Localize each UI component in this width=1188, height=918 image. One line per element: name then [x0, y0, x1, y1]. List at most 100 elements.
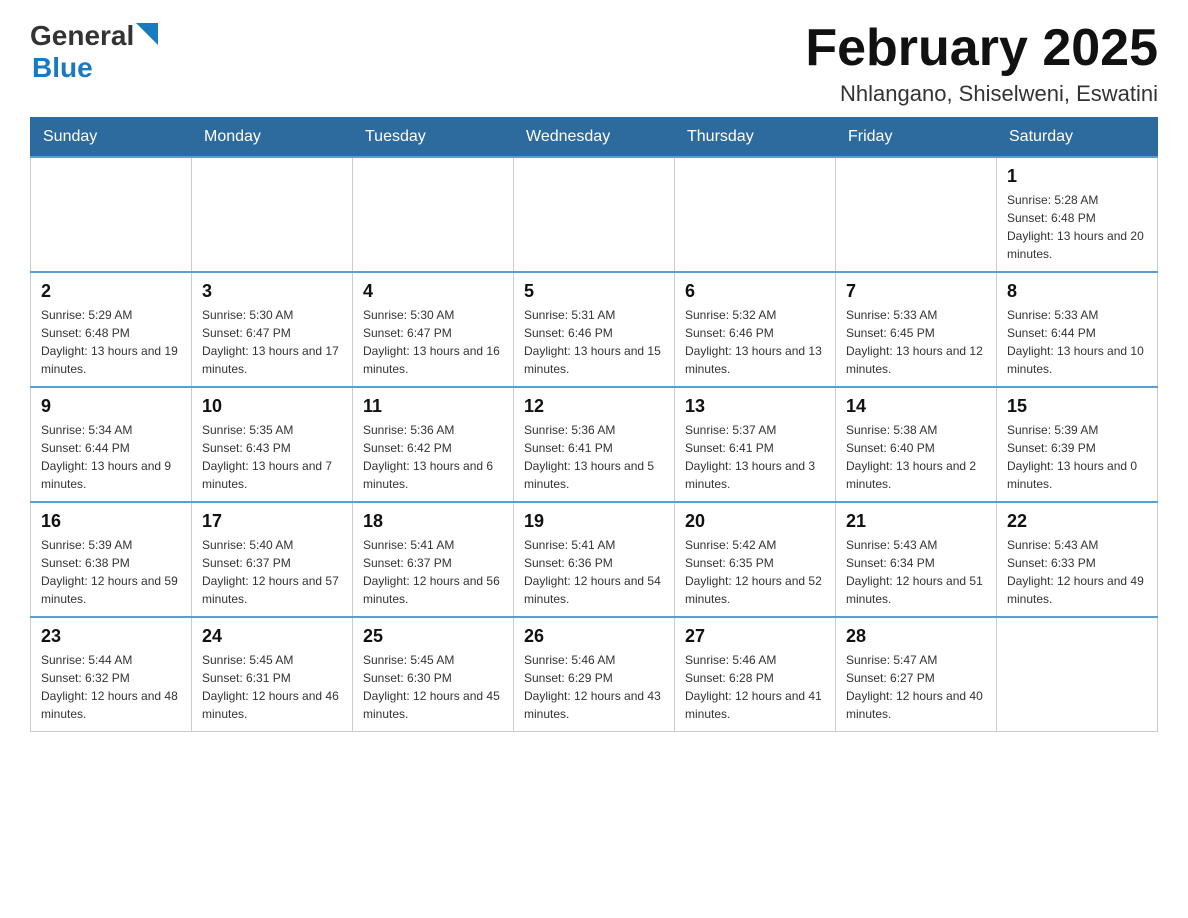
day-number: 14: [846, 396, 986, 417]
day-number: 17: [202, 511, 342, 532]
day-number: 18: [363, 511, 503, 532]
calendar-cell: 15 Sunrise: 5:39 AMSunset: 6:39 PMDayligh…: [997, 387, 1158, 502]
day-number: 10: [202, 396, 342, 417]
day-number: 13: [685, 396, 825, 417]
day-info: Sunrise: 5:46 AMSunset: 6:28 PMDaylight:…: [685, 651, 825, 723]
calendar-week-row: 16 Sunrise: 5:39 AMSunset: 6:38 PMDayligh…: [31, 502, 1158, 617]
day-info: Sunrise: 5:42 AMSunset: 6:35 PMDaylight:…: [685, 536, 825, 608]
title-section: February 2025 Nhlangano, Shiselweni, Esw…: [805, 20, 1158, 107]
day-number: 12: [524, 396, 664, 417]
calendar-table: SundayMondayTuesdayWednesdayThursdayFrid…: [30, 117, 1158, 732]
day-number: 4: [363, 281, 503, 302]
day-info: Sunrise: 5:30 AMSunset: 6:47 PMDaylight:…: [363, 306, 503, 378]
day-number: 1: [1007, 166, 1147, 187]
calendar-cell: 19Sunrise: 5:41 AMSunset: 6:36 PMDayligh…: [514, 502, 675, 617]
day-info: Sunrise: 5:41 AMSunset: 6:37 PMDaylight:…: [363, 536, 503, 608]
day-info: Sunrise: 5:41 AMSunset: 6:36 PMDaylight:…: [524, 536, 664, 608]
day-info: Sunrise: 5:30 AMSunset: 6:47 PMDaylight:…: [202, 306, 342, 378]
calendar-cell: 9 Sunrise: 5:34 AMSunset: 6:44 PMDaylight…: [31, 387, 192, 502]
calendar-cell: 21 Sunrise: 5:43 AMSunset: 6:34 PMDayligh…: [836, 502, 997, 617]
calendar-cell: 17 Sunrise: 5:40 AMSunset: 6:37 PMDayligh…: [192, 502, 353, 617]
day-info: Sunrise: 5:47 AMSunset: 6:27 PMDaylight:…: [846, 651, 986, 723]
calendar-cell: 6Sunrise: 5:32 AMSunset: 6:46 PMDaylight…: [675, 272, 836, 387]
day-info: Sunrise: 5:32 AMSunset: 6:46 PMDaylight:…: [685, 306, 825, 378]
day-info: Sunrise: 5:36 AMSunset: 6:41 PMDaylight:…: [524, 421, 664, 493]
logo-blue: Blue: [32, 52, 93, 83]
day-info: Sunrise: 5:44 AMSunset: 6:32 PMDaylight:…: [41, 651, 181, 723]
page-header: General Blue February 2025 Nhlangano, Sh…: [30, 20, 1158, 107]
calendar-cell: 26 Sunrise: 5:46 AMSunset: 6:29 PMDayligh…: [514, 617, 675, 732]
day-info: Sunrise: 5:33 AMSunset: 6:44 PMDaylight:…: [1007, 306, 1147, 378]
calendar-cell: [997, 617, 1158, 732]
calendar-week-row: 2 Sunrise: 5:29 AMSunset: 6:48 PMDaylight…: [31, 272, 1158, 387]
calendar-cell: 10 Sunrise: 5:35 AMSunset: 6:43 PMDayligh…: [192, 387, 353, 502]
calendar-cell: 23 Sunrise: 5:44 AMSunset: 6:32 PMDayligh…: [31, 617, 192, 732]
day-info: Sunrise: 5:46 AMSunset: 6:29 PMDaylight:…: [524, 651, 664, 723]
calendar-header-row: SundayMondayTuesdayWednesdayThursdayFrid…: [31, 118, 1158, 158]
day-number: 8: [1007, 281, 1147, 302]
calendar-cell: 7 Sunrise: 5:33 AMSunset: 6:45 PMDaylight…: [836, 272, 997, 387]
calendar-cell: 13 Sunrise: 5:37 AMSunset: 6:41 PMDayligh…: [675, 387, 836, 502]
day-info: Sunrise: 5:45 AMSunset: 6:31 PMDaylight:…: [202, 651, 342, 723]
day-number: 22: [1007, 511, 1147, 532]
calendar-cell: 28 Sunrise: 5:47 AMSunset: 6:27 PMDayligh…: [836, 617, 997, 732]
day-info: Sunrise: 5:35 AMSunset: 6:43 PMDaylight:…: [202, 421, 342, 493]
column-header-sunday: Sunday: [31, 118, 192, 158]
column-header-monday: Monday: [192, 118, 353, 158]
calendar-cell: 8 Sunrise: 5:33 AMSunset: 6:44 PMDaylight…: [997, 272, 1158, 387]
day-info: Sunrise: 5:39 AMSunset: 6:39 PMDaylight:…: [1007, 421, 1147, 493]
calendar-cell: 25 Sunrise: 5:45 AMSunset: 6:30 PMDayligh…: [353, 617, 514, 732]
day-number: 21: [846, 511, 986, 532]
calendar-cell: 20Sunrise: 5:42 AMSunset: 6:35 PMDayligh…: [675, 502, 836, 617]
calendar-cell: [836, 157, 997, 272]
day-info: Sunrise: 5:39 AMSunset: 6:38 PMDaylight:…: [41, 536, 181, 608]
calendar-cell: [192, 157, 353, 272]
calendar-title: February 2025: [805, 20, 1158, 77]
calendar-week-row: 9 Sunrise: 5:34 AMSunset: 6:44 PMDaylight…: [31, 387, 1158, 502]
day-number: 11: [363, 396, 503, 417]
day-number: 24: [202, 626, 342, 647]
logo-triangle-icon: [136, 23, 158, 45]
day-number: 27: [685, 626, 825, 647]
day-info: Sunrise: 5:29 AMSunset: 6:48 PMDaylight:…: [41, 306, 181, 378]
calendar-cell: 22Sunrise: 5:43 AMSunset: 6:33 PMDayligh…: [997, 502, 1158, 617]
day-info: Sunrise: 5:36 AMSunset: 6:42 PMDaylight:…: [363, 421, 503, 493]
day-info: Sunrise: 5:40 AMSunset: 6:37 PMDaylight:…: [202, 536, 342, 608]
day-number: 23: [41, 626, 181, 647]
day-number: 26: [524, 626, 664, 647]
day-number: 9: [41, 396, 181, 417]
day-number: 15: [1007, 396, 1147, 417]
calendar-cell: 14 Sunrise: 5:38 AMSunset: 6:40 PMDayligh…: [836, 387, 997, 502]
day-number: 7: [846, 281, 986, 302]
day-info: Sunrise: 5:43 AMSunset: 6:34 PMDaylight:…: [846, 536, 986, 608]
day-info: Sunrise: 5:33 AMSunset: 6:45 PMDaylight:…: [846, 306, 986, 378]
calendar-cell: 4 Sunrise: 5:30 AMSunset: 6:47 PMDaylight…: [353, 272, 514, 387]
calendar-cell: 3Sunrise: 5:30 AMSunset: 6:47 PMDaylight…: [192, 272, 353, 387]
calendar-week-row: 23 Sunrise: 5:44 AMSunset: 6:32 PMDayligh…: [31, 617, 1158, 732]
calendar-cell: 5 Sunrise: 5:31 AMSunset: 6:46 PMDaylight…: [514, 272, 675, 387]
day-info: Sunrise: 5:31 AMSunset: 6:46 PMDaylight:…: [524, 306, 664, 378]
calendar-cell: 11 Sunrise: 5:36 AMSunset: 6:42 PMDayligh…: [353, 387, 514, 502]
logo-general: General: [30, 20, 134, 52]
calendar-cell: [353, 157, 514, 272]
column-header-friday: Friday: [836, 118, 997, 158]
column-header-saturday: Saturday: [997, 118, 1158, 158]
column-header-thursday: Thursday: [675, 118, 836, 158]
calendar-cell: [514, 157, 675, 272]
day-info: Sunrise: 5:38 AMSunset: 6:40 PMDaylight:…: [846, 421, 986, 493]
calendar-cell: 16 Sunrise: 5:39 AMSunset: 6:38 PMDayligh…: [31, 502, 192, 617]
day-number: 25: [363, 626, 503, 647]
calendar-subtitle: Nhlangano, Shiselweni, Eswatini: [805, 81, 1158, 107]
calendar-cell: 27 Sunrise: 5:46 AMSunset: 6:28 PMDayligh…: [675, 617, 836, 732]
day-number: 28: [846, 626, 986, 647]
day-number: 5: [524, 281, 664, 302]
day-info: Sunrise: 5:34 AMSunset: 6:44 PMDaylight:…: [41, 421, 181, 493]
day-number: 2: [41, 281, 181, 302]
calendar-cell: 1Sunrise: 5:28 AMSunset: 6:48 PMDaylight…: [997, 157, 1158, 272]
day-info: Sunrise: 5:45 AMSunset: 6:30 PMDaylight:…: [363, 651, 503, 723]
day-info: Sunrise: 5:37 AMSunset: 6:41 PMDaylight:…: [685, 421, 825, 493]
day-number: 16: [41, 511, 181, 532]
calendar-cell: [31, 157, 192, 272]
column-header-tuesday: Tuesday: [353, 118, 514, 158]
logo: General Blue: [30, 20, 158, 84]
